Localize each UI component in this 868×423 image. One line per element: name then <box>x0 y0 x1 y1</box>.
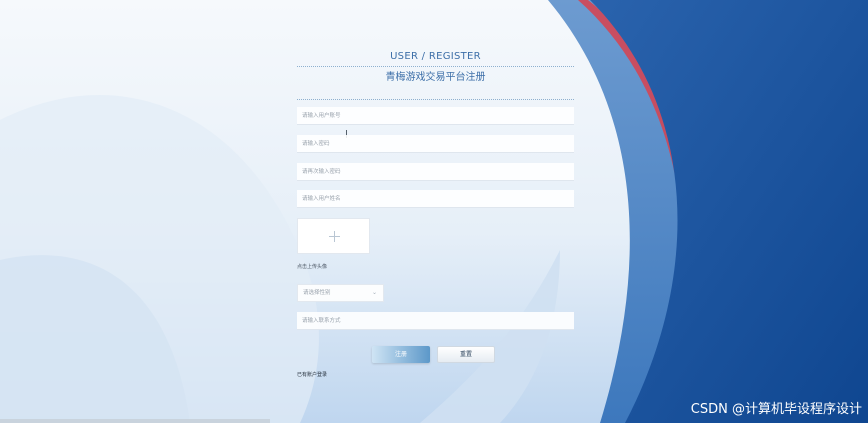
gender-select[interactable]: 请选择性别 ⌄ <box>297 284 384 302</box>
bottom-strip <box>0 419 270 423</box>
gender-select-value: 请选择性别 <box>303 290 331 296</box>
register-button[interactable]: 注册 <box>372 346 430 363</box>
divider <box>297 66 574 67</box>
contact-input[interactable]: 请输入联系方式 <box>297 312 574 330</box>
reset-button[interactable]: 重置 <box>437 346 495 363</box>
chevron-down-icon: ⌄ <box>371 289 377 296</box>
page-title-en: USER / REGISTER <box>390 51 481 62</box>
watermark: CSDN @计算机毕设程序设计 <box>690 402 862 417</box>
confirm-password-input[interactable]: 请再次输入密码 <box>297 163 574 181</box>
divider <box>297 99 574 100</box>
register-form: USER / REGISTER 青梅游戏交易平台注册 请输入用户账号 请输入密码… <box>297 48 574 378</box>
avatar-upload[interactable] <box>297 218 370 254</box>
account-input[interactable]: 请输入用户账号 <box>297 107 574 125</box>
login-link[interactable]: 已有账户登录 <box>297 371 327 378</box>
name-input[interactable]: 请输入用户姓名 <box>297 190 574 208</box>
page-title-cn: 青梅游戏交易平台注册 <box>385 72 486 83</box>
plus-icon <box>334 231 335 242</box>
avatar-hint: 点击上传头像 <box>297 264 328 270</box>
password-input[interactable]: 请输入密码 <box>297 135 574 153</box>
